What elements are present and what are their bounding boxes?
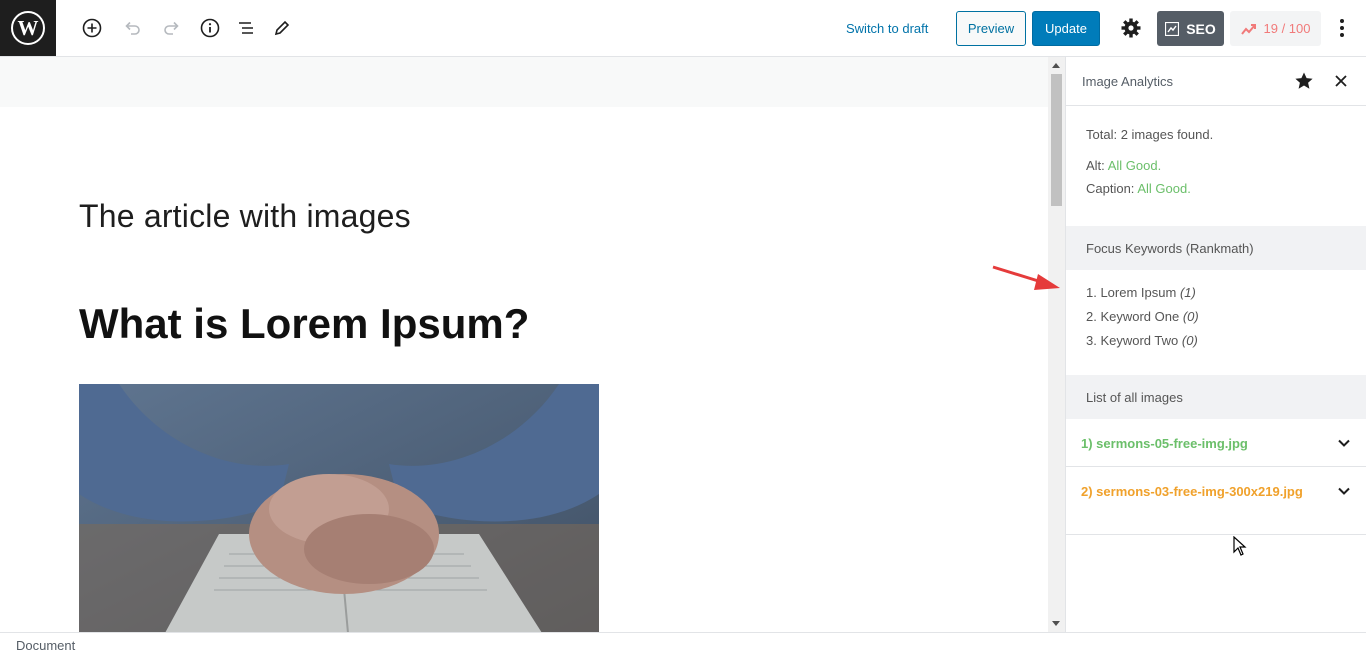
- svg-text:W: W: [18, 16, 39, 40]
- sidebar-header: Image Analytics: [1066, 57, 1366, 106]
- post-image[interactable]: [79, 384, 599, 632]
- editor-footer: Document: [0, 632, 1366, 657]
- edit-pencil-icon[interactable]: [266, 12, 298, 44]
- total-value: 2 images found.: [1120, 127, 1214, 142]
- focus-keywords-heading: Focus Keywords (Rankmath): [1066, 226, 1366, 270]
- mouse-cursor-icon: [1233, 536, 1247, 556]
- keyword-label: 2. Keyword One: [1086, 309, 1180, 324]
- update-button[interactable]: Update: [1032, 11, 1100, 46]
- rankmath-logo-icon: [1240, 23, 1256, 35]
- redo-icon[interactable]: [156, 12, 188, 44]
- image-summary: Total: 2 images found. Alt: All Good. Ca…: [1066, 106, 1366, 226]
- scrollbar-thumb[interactable]: [1051, 74, 1062, 206]
- breadcrumb[interactable]: Document: [16, 638, 75, 653]
- settings-gear-icon[interactable]: [1115, 12, 1147, 44]
- image-list-item[interactable]: 2) sermons-03-free-img-300x219.jpg: [1066, 467, 1366, 535]
- outline-list-icon[interactable]: [230, 12, 262, 44]
- scroll-up-icon[interactable]: [1052, 63, 1060, 68]
- preview-button[interactable]: Preview: [956, 11, 1026, 46]
- alt-line: Alt: All Good.: [1086, 159, 1346, 173]
- keyword-label: 1. Lorem Ipsum: [1086, 285, 1177, 300]
- alt-label: Alt:: [1086, 158, 1105, 173]
- star-icon[interactable]: [1294, 71, 1314, 91]
- total-label: Total:: [1086, 127, 1118, 142]
- keyword-item: 2. Keyword One (0): [1086, 310, 1346, 324]
- rank-score-button[interactable]: 19 / 100: [1230, 11, 1321, 46]
- switch-to-draft-button[interactable]: Switch to draft: [836, 12, 938, 45]
- rank-score: 19 / 100: [1263, 21, 1311, 36]
- editor-canvas: The article with images What is Lorem Ip…: [0, 57, 1048, 632]
- total-line: Total: 2 images found.: [1086, 128, 1346, 142]
- scroll-down-icon[interactable]: [1052, 621, 1060, 626]
- image-filename: 2) sermons-03-free-img-300x219.jpg: [1081, 484, 1303, 499]
- keyword-count: (0): [1181, 333, 1198, 348]
- post-heading[interactable]: What is Lorem Ipsum?: [79, 300, 529, 348]
- more-options-icon[interactable]: [1326, 12, 1358, 44]
- caption-status: All Good.: [1137, 181, 1191, 196]
- sidebar-title: Image Analytics: [1082, 74, 1174, 89]
- caption-label: Caption:: [1086, 181, 1135, 196]
- seo-chart-icon: [1165, 21, 1180, 36]
- caption-line: Caption: All Good.: [1086, 182, 1346, 196]
- keyword-count: (1): [1179, 285, 1196, 300]
- focus-keywords-list: 1. Lorem Ipsum (1) 2. Keyword One (0) 3.…: [1066, 270, 1366, 375]
- keyword-item: 3. Keyword Two (0): [1086, 334, 1346, 348]
- image-filename: 1) sermons-05-free-img.jpg: [1081, 436, 1248, 451]
- image-list-heading: List of all images: [1066, 375, 1366, 419]
- keyword-label: 3. Keyword Two: [1086, 333, 1179, 348]
- info-icon[interactable]: [194, 12, 226, 44]
- seo-label: SEO: [1186, 20, 1216, 37]
- image-analytics-sidebar: Image Analytics Total: 2 images found. A…: [1065, 57, 1366, 632]
- close-icon[interactable]: [1332, 72, 1350, 90]
- seo-button[interactable]: SEO: [1157, 11, 1224, 46]
- image-list-item[interactable]: 1) sermons-05-free-img.jpg: [1066, 419, 1366, 467]
- chevron-down-icon[interactable]: [1336, 483, 1352, 499]
- editor-toolbar: W Switch to draft Preview Update SEO 19 …: [0, 0, 1366, 57]
- chevron-down-icon[interactable]: [1336, 435, 1352, 451]
- undo-icon[interactable]: [116, 12, 148, 44]
- editor-top-band: [0, 57, 1048, 107]
- keyword-item: 1. Lorem Ipsum (1): [1086, 286, 1346, 300]
- wordpress-logo-icon[interactable]: W: [0, 0, 56, 56]
- red-arrow-icon: [992, 265, 1060, 290]
- post-title[interactable]: The article with images: [79, 198, 411, 235]
- keyword-count: (0): [1182, 309, 1199, 324]
- editor-scrollbar[interactable]: [1048, 57, 1065, 632]
- add-block-icon[interactable]: [76, 12, 108, 44]
- alt-status: All Good.: [1107, 158, 1162, 173]
